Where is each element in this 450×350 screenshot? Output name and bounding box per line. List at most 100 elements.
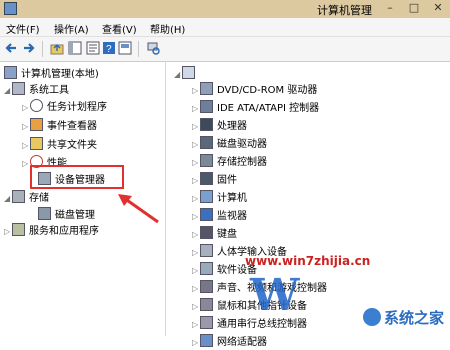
services-icon [12, 223, 25, 236]
toolbar: ? [0, 37, 450, 62]
expand-arrow-icon[interactable]: ▷ [22, 101, 30, 115]
device-category-item[interactable]: ▷ 处理器 [192, 118, 247, 132]
disk-icon [38, 207, 51, 220]
device-category-item[interactable]: ▷ 存储控制器 [192, 154, 267, 168]
up-folder-icon[interactable] [50, 41, 64, 55]
minimize-button[interactable]: – [378, 0, 402, 16]
expand-arrow-icon[interactable]: ▷ [192, 138, 200, 152]
shared-folder-icon [30, 137, 43, 150]
device-category-icon [200, 298, 213, 311]
highlight-box [30, 165, 124, 189]
tree-item-shared-folders[interactable]: ▷ 共享文件夹 [22, 137, 97, 151]
tree-item-services-apps[interactable]: ▷ 服务和应用程序 [4, 223, 99, 237]
menu-file[interactable]: 文件(F) [6, 21, 40, 36]
device-category-icon [200, 172, 213, 185]
expand-arrow-icon[interactable]: ▷ [192, 192, 200, 206]
back-arrow-icon[interactable] [4, 41, 18, 55]
menu-help[interactable]: 帮助(H) [150, 21, 185, 36]
computer-icon [182, 66, 195, 79]
help-icon[interactable]: ? [102, 41, 116, 55]
expand-arrow-icon[interactable]: ▷ [192, 156, 200, 170]
scan-hardware-icon[interactable] [146, 41, 160, 55]
device-category-item[interactable]: ▷ 监视器 [192, 208, 247, 222]
clock-icon [30, 99, 43, 112]
watermark-logo-letter: W [250, 270, 300, 321]
expand-arrow-icon[interactable]: ▷ [22, 120, 30, 134]
expand-arrow-icon[interactable]: ▷ [192, 174, 200, 188]
computer-management-icon [4, 66, 17, 79]
device-category-icon [200, 208, 213, 221]
tools-icon [12, 82, 25, 95]
tree-item-task-scheduler[interactable]: ▷ 任务计划程序 [22, 99, 107, 113]
red-arrow-icon [118, 194, 159, 224]
device-category-label: 网络适配器 [217, 337, 267, 348]
expand-arrow-icon[interactable]: ▷ [22, 157, 30, 171]
device-category-label: 计算机 [217, 193, 247, 204]
storage-icon [12, 190, 25, 203]
device-category-item[interactable]: ▷ 固件 [192, 172, 237, 186]
tree-item-root[interactable]: 计算机管理(本地) [4, 66, 99, 80]
forward-arrow-icon[interactable] [22, 41, 36, 55]
device-category-item[interactable]: ▷ 键盘 [192, 226, 237, 240]
device-category-label: 监视器 [217, 211, 247, 222]
expand-arrow-icon[interactable]: ▷ [192, 246, 200, 260]
expand-arrow-icon[interactable]: ▷ [192, 102, 200, 116]
menu-bar: 文件(F) 操作(A) 查看(V) 帮助(H) [0, 18, 450, 37]
window-title: 计算机管理 [317, 4, 372, 17]
expand-arrow-icon[interactable]: ▷ [192, 228, 200, 242]
tree-item-event-viewer[interactable]: ▷ 事件查看器 [22, 118, 97, 132]
collapse-arrow-icon[interactable]: ◢ [4, 192, 12, 206]
device-category-item[interactable]: ▷ 网络适配器 [192, 334, 267, 348]
expand-arrow-icon[interactable]: ▷ [192, 318, 200, 332]
properties-icon[interactable] [86, 41, 100, 55]
device-category-item[interactable]: ▷ DVD/CD-ROM 驱动器 [192, 82, 317, 96]
title-bar: 计算机管理 – □ ✕ [0, 0, 450, 18]
collapse-arrow-icon[interactable]: ◢ [4, 84, 12, 98]
device-category-label: DVD/CD-ROM 驱动器 [217, 85, 318, 96]
brand-logo-icon [362, 308, 381, 326]
collapse-arrow-icon[interactable]: ◢ [174, 68, 182, 82]
device-category-icon [200, 262, 213, 275]
event-log-icon [30, 118, 43, 131]
device-category-label: 固件 [217, 175, 237, 186]
expand-arrow-icon[interactable]: ▷ [192, 210, 200, 224]
expand-arrow-icon[interactable]: ▷ [22, 139, 30, 153]
expand-arrow-icon[interactable]: ▷ [192, 282, 200, 296]
maximize-button[interactable]: □ [402, 0, 426, 16]
device-category-label: IDE ATA/ATAPI 控制器 [217, 103, 320, 114]
device-category-icon [200, 226, 213, 239]
tree-item-disk-management[interactable]: 磁盘管理 [38, 207, 95, 221]
show-hide-tree-icon[interactable] [68, 41, 82, 55]
device-category-item[interactable]: ▷ IDE ATA/ATAPI 控制器 [192, 100, 319, 114]
device-category-label: 处理器 [217, 121, 247, 132]
device-category-icon [200, 118, 213, 131]
tree-item-storage[interactable]: ◢ 存储 [4, 190, 49, 204]
watermark-brand: 系统之家 [362, 307, 444, 328]
menu-action[interactable]: 操作(A) [54, 21, 89, 36]
device-category-icon [200, 154, 213, 167]
device-category-icon [200, 190, 213, 203]
device-category-label: 磁盘驱动器 [217, 139, 267, 150]
toolbar-separator [138, 41, 139, 57]
device-category-icon [200, 316, 213, 329]
expand-arrow-icon[interactable]: ▷ [192, 120, 200, 134]
expand-arrow-icon[interactable]: ▷ [4, 225, 12, 239]
expand-arrow-icon[interactable]: ▷ [192, 336, 200, 350]
close-button[interactable]: ✕ [426, 0, 450, 16]
expand-arrow-icon[interactable]: ▷ [192, 264, 200, 278]
device-tree-root[interactable]: ◢ [174, 66, 199, 80]
app-icon [4, 2, 17, 15]
device-category-icon [200, 100, 213, 113]
device-category-label: 键盘 [217, 229, 237, 240]
expand-arrow-icon[interactable]: ▷ [192, 84, 200, 98]
device-tree: ◢ ▷ DVD/CD-ROM 驱动器 ▷ IDE ATA/ATAPI 控制器 ▷ 处理器 ▷… [170, 62, 450, 348]
menu-view[interactable]: 查看(V) [102, 21, 137, 36]
console-view-icon[interactable] [118, 41, 132, 55]
device-category-icon [200, 244, 213, 257]
toolbar-separator [42, 41, 43, 57]
tree-item-system-tools[interactable]: ◢ 系统工具 [4, 82, 69, 96]
device-category-icon [200, 136, 213, 149]
device-category-item[interactable]: ▷ 计算机 [192, 190, 247, 204]
expand-arrow-icon[interactable]: ▷ [192, 300, 200, 314]
device-category-item[interactable]: ▷ 磁盘驱动器 [192, 136, 267, 150]
